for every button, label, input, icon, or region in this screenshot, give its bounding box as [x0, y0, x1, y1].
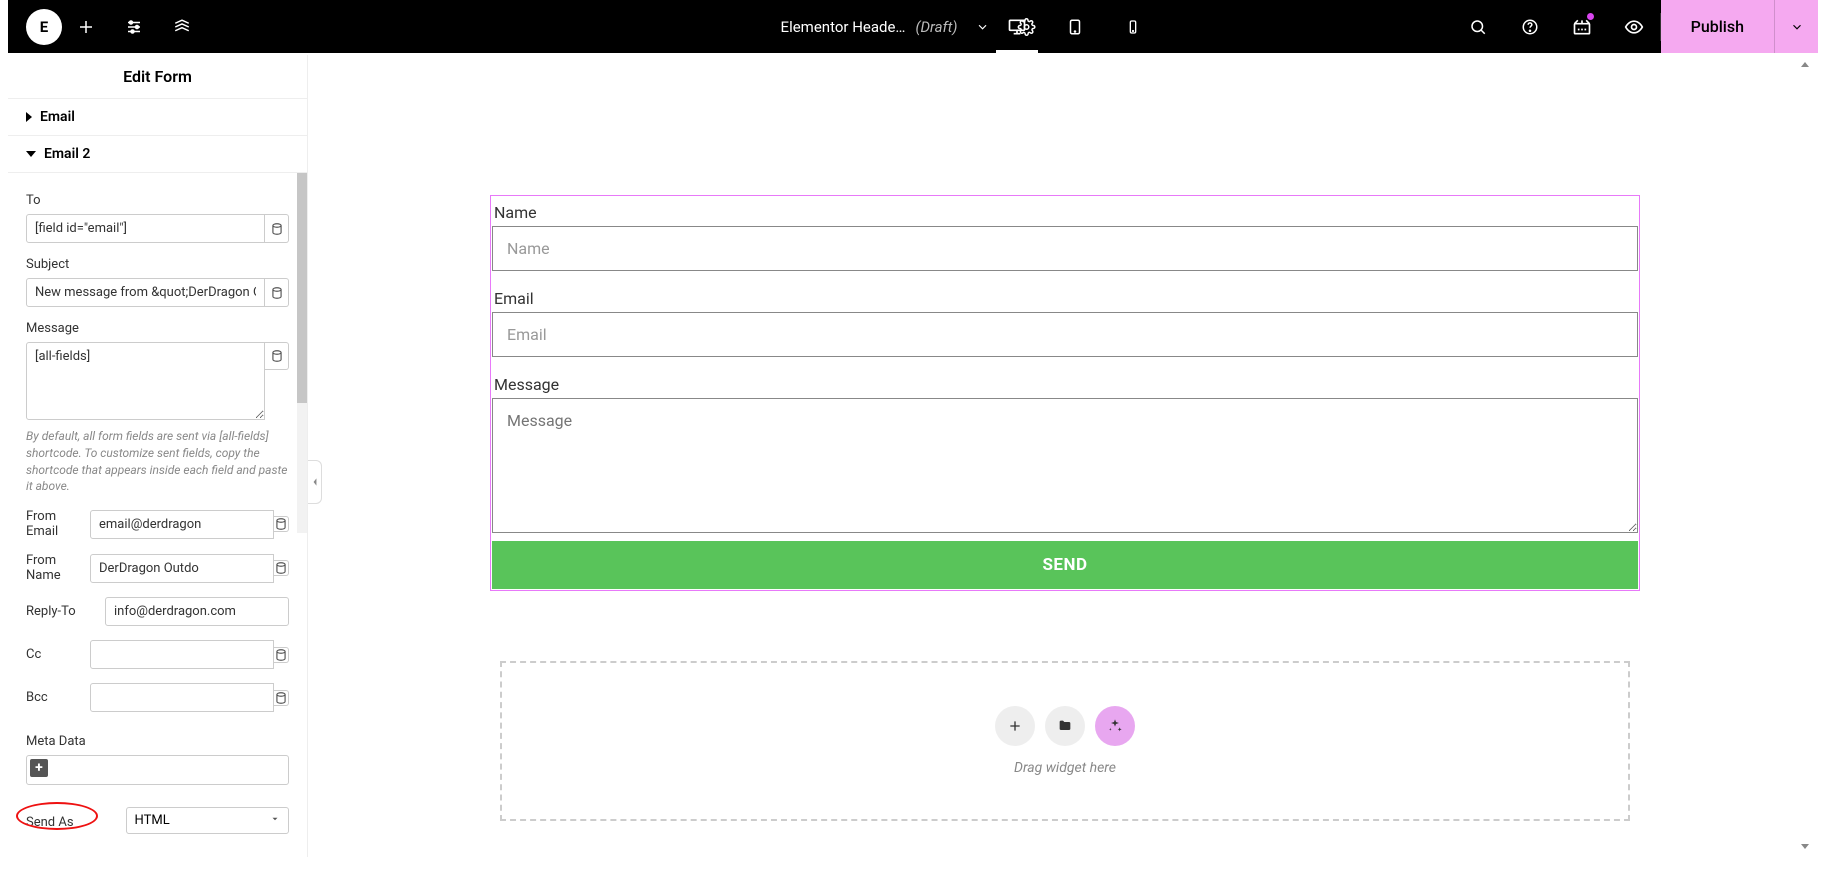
subject-dynamic-tags-button[interactable]: [265, 278, 289, 307]
from-email-label: From Email: [26, 509, 90, 539]
form-email-label: Email: [494, 289, 1638, 308]
reply-to-label: Reply-To: [26, 604, 105, 619]
structure-icon[interactable]: [158, 0, 206, 53]
subject-input[interactable]: [26, 278, 265, 307]
empty-section-dropzone[interactable]: Drag widget here: [500, 661, 1630, 821]
from-name-label: From Name: [26, 553, 90, 583]
device-mobile-button[interactable]: [1104, 0, 1162, 53]
meta-data-input[interactable]: +: [26, 755, 289, 785]
from-name-input[interactable]: [90, 554, 274, 583]
message-label: Message: [26, 321, 289, 336]
message-dynamic-tags-button[interactable]: [265, 342, 289, 370]
topbar-right: Publish: [1452, 0, 1818, 53]
device-tablet-button[interactable]: [1046, 0, 1104, 53]
add-section-button[interactable]: [995, 706, 1035, 746]
from-name-dynamic-tags-button[interactable]: [274, 560, 289, 576]
document-status: (Draft): [915, 18, 957, 36]
add-element-button[interactable]: [62, 0, 110, 53]
whats-new-icon[interactable]: [1556, 0, 1608, 53]
cc-dynamic-tags-button[interactable]: [274, 647, 289, 663]
send-as-value: HTML: [135, 813, 170, 828]
panel-body: To Subject Message By default, all form …: [8, 173, 307, 870]
canvas-scroll-up-icon[interactable]: [1798, 58, 1812, 72]
section-email-label: Email: [40, 109, 75, 125]
form-name-input[interactable]: [492, 226, 1638, 271]
top-bar: E Elementor Heade… (Draft): [8, 0, 1818, 53]
to-label: To: [26, 193, 289, 208]
panel-title: Edit Form: [8, 55, 307, 99]
form-name-label: Name: [494, 203, 1638, 222]
publish-button[interactable]: Publish: [1661, 0, 1774, 53]
cc-label: Cc: [26, 647, 90, 662]
to-input[interactable]: [26, 214, 265, 243]
document-title: Elementor Heade…: [781, 18, 906, 36]
elementor-logo[interactable]: E: [26, 9, 62, 45]
cc-input[interactable]: [90, 640, 274, 669]
canvas-scroll-down-icon[interactable]: [1798, 839, 1812, 853]
message-textarea[interactable]: [26, 342, 265, 420]
to-dynamic-tags-button[interactable]: [265, 214, 289, 243]
panel-scroll-thumb[interactable]: [297, 173, 307, 403]
panel-collapse-handle[interactable]: [308, 460, 322, 504]
caret-right-icon: [26, 112, 32, 122]
ai-button[interactable]: [1095, 706, 1135, 746]
form-widget[interactable]: Name Email Message SEND: [490, 195, 1640, 591]
from-email-input[interactable]: [90, 510, 274, 539]
section-email2[interactable]: Email 2: [8, 136, 307, 173]
bcc-input[interactable]: [90, 683, 274, 712]
section-email[interactable]: Email: [8, 99, 307, 136]
message-help-text: By default, all form fields are sent via…: [26, 428, 289, 495]
form-send-button[interactable]: SEND: [492, 541, 1638, 589]
send-as-label-wrap: Send As: [26, 808, 86, 833]
caret-down-icon: [26, 151, 36, 157]
editor-panel: Edit Form Email Email 2 To Subject Messa…: [8, 55, 308, 857]
notification-dot-icon: [1587, 13, 1594, 20]
from-email-dynamic-tags-button[interactable]: [274, 516, 289, 532]
editor-canvas[interactable]: Name Email Message SEND Drag widget here: [330, 70, 1814, 857]
site-settings-icon[interactable]: [110, 0, 158, 53]
responsive-devices: [988, 0, 1162, 53]
panel-scroll-track[interactable]: [297, 173, 307, 533]
bcc-dynamic-tags-button[interactable]: [274, 690, 289, 706]
chevron-down-icon: [270, 813, 280, 828]
meta-data-label: Meta Data: [26, 734, 289, 749]
meta-data-add-button[interactable]: +: [30, 759, 48, 777]
form-email-input[interactable]: [492, 312, 1638, 357]
section-email2-label: Email 2: [44, 146, 90, 162]
device-desktop-button[interactable]: [988, 0, 1046, 53]
send-as-label: Send As: [26, 815, 74, 830]
preview-icon[interactable]: [1608, 0, 1660, 53]
template-library-button[interactable]: [1045, 706, 1085, 746]
help-icon[interactable]: [1504, 0, 1556, 53]
finder-search-icon[interactable]: [1452, 0, 1504, 53]
dropzone-icons: [995, 706, 1135, 746]
bcc-label: Bcc: [26, 690, 90, 705]
subject-label: Subject: [26, 257, 289, 272]
dropzone-text: Drag widget here: [1014, 760, 1116, 776]
send-as-select[interactable]: HTML: [126, 807, 289, 834]
topbar-left: E: [8, 0, 206, 53]
form-message-label: Message: [494, 375, 1638, 394]
form-message-textarea[interactable]: [492, 398, 1638, 533]
publish-options-dropdown[interactable]: [1774, 0, 1818, 53]
reply-to-input[interactable]: [105, 597, 289, 626]
